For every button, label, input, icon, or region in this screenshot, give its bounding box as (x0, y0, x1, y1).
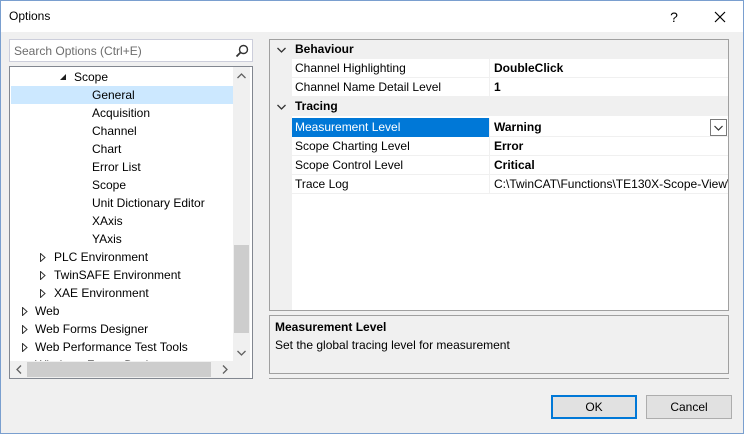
value-dropdown-button[interactable] (710, 119, 727, 136)
search-input[interactable] (10, 40, 228, 61)
tree-item-label: Channel (92, 124, 137, 138)
collapse-category-icon[interactable] (274, 40, 288, 59)
scrollbar-corner (233, 361, 250, 378)
property-name: Channel Highlighting (292, 59, 490, 78)
tree-item-label: Web Performance Test Tools (35, 340, 188, 354)
category-label: Behaviour (295, 42, 354, 56)
chevron-down-icon (714, 125, 723, 131)
collapsed-triangle-icon[interactable] (19, 302, 31, 320)
scroll-right-icon[interactable] (216, 361, 233, 378)
cancel-button[interactable]: Cancel (646, 395, 732, 419)
tree-item-general[interactable]: General (11, 86, 233, 104)
scroll-left-icon[interactable] (10, 361, 27, 378)
tree-item-chart[interactable]: Chart (11, 140, 233, 158)
window-title: Options (9, 9, 51, 23)
tree-item-label: XAE Environment (54, 286, 149, 300)
scroll-thumb[interactable] (234, 245, 249, 333)
tree-item-label: TwinSAFE Environment (54, 268, 181, 282)
tree-item-label: Scope (92, 178, 127, 192)
tree-item-scope-group[interactable]: Scope (11, 68, 233, 86)
category-label: Tracing (295, 99, 338, 113)
tree-item-label: Unit Dictionary Editor (92, 196, 205, 210)
tree-item-label: PLC Environment (54, 250, 149, 264)
description-title: Measurement Level (275, 320, 387, 334)
property-value[interactable]: 1 (490, 78, 728, 97)
tree-item-label: General (92, 88, 135, 102)
tree-item-xaxis[interactable]: XAxis (11, 212, 233, 230)
tree-item-twinsafe-environment[interactable]: TwinSAFE Environment (11, 266, 233, 284)
expanded-triangle-icon[interactable] (57, 68, 69, 86)
tree-item-unit-dictionary-editor[interactable]: Unit Dictionary Editor (11, 194, 233, 212)
property-description-panel: Measurement Level Set the global tracing… (269, 315, 729, 374)
close-icon (714, 11, 726, 22)
tree-horizontal-scrollbar[interactable] (10, 361, 233, 378)
property-name: Channel Name Detail Level (292, 78, 490, 97)
property-name: Scope Control Level (292, 156, 490, 175)
category-behaviour[interactable]: Behaviour (270, 40, 728, 59)
property-value[interactable]: Critical (490, 156, 728, 175)
tree-item-label: Acquisition (92, 106, 151, 120)
property-name: Trace Log (292, 175, 490, 194)
tree-item-web-forms-designer[interactable]: Web Forms Designer (11, 320, 233, 338)
tree-item-label: Chart (92, 142, 122, 156)
tree-item-xae-environment[interactable]: XAE Environment (11, 284, 233, 302)
property-value[interactable]: C:\TwinCAT\Functions\TE130X-Scope-View\ (490, 175, 728, 194)
collapsed-triangle-icon[interactable] (19, 320, 31, 338)
title-bar: Options ? (1, 1, 743, 32)
options-tree[interactable]: Scope General Acquisition Channel Chart … (9, 66, 253, 379)
tree-item-web[interactable]: Web (11, 302, 233, 320)
property-row-measurement-level[interactable]: Measurement Level Warning (292, 118, 728, 137)
tree-item-yaxis[interactable]: YAxis (11, 230, 233, 248)
collapsed-triangle-icon[interactable] (37, 266, 49, 284)
tree-item-plc-environment[interactable]: PLC Environment (11, 248, 233, 266)
property-row-scope-control-level[interactable]: Scope Control Level Critical (292, 156, 728, 175)
tree-item-channel[interactable]: Channel (11, 122, 233, 140)
scroll-up-icon[interactable] (233, 67, 250, 84)
tree-item-label: XAxis (92, 214, 123, 228)
divider (269, 378, 729, 379)
close-button[interactable] (697, 1, 743, 32)
tree-item-label: Web (35, 304, 60, 318)
search-icon[interactable] (234, 43, 250, 59)
description-text: Set the global tracing level for measure… (275, 338, 510, 352)
property-row-channel-highlighting[interactable]: Channel Highlighting DoubleClick (292, 59, 728, 78)
property-value[interactable]: DoubleClick (490, 59, 728, 78)
ok-button[interactable]: OK (551, 395, 637, 419)
category-tracing[interactable]: Tracing (270, 97, 728, 116)
collapse-category-icon[interactable] (274, 97, 288, 116)
tree-item-label: YAxis (92, 232, 122, 246)
tree-item-web-performance-test-tools[interactable]: Web Performance Test Tools (11, 338, 233, 356)
tree-item-error-list[interactable]: Error List (11, 158, 233, 176)
options-dialog: Options ? Scope General Acquis (0, 0, 744, 434)
property-row-channel-name-detail-level[interactable]: Channel Name Detail Level 1 (292, 78, 728, 97)
property-value[interactable]: Error (490, 137, 728, 156)
tree-item-acquisition[interactable]: Acquisition (11, 104, 233, 122)
property-grid: Behaviour Channel Highlighting DoubleCli… (269, 39, 729, 311)
tree-item-label: Web Forms Designer (35, 322, 149, 336)
property-name: Scope Charting Level (292, 137, 490, 156)
tree-item-label: Error List (92, 160, 141, 174)
property-value[interactable]: Warning (490, 118, 728, 137)
property-row-trace-log[interactable]: Trace Log C:\TwinCAT\Functions\TE130X-Sc… (292, 175, 728, 194)
property-name: Measurement Level (292, 118, 490, 137)
property-grid-margin (270, 40, 292, 310)
property-row-scope-charting-level[interactable]: Scope Charting Level Error (292, 137, 728, 156)
collapsed-triangle-icon[interactable] (37, 248, 49, 266)
collapsed-triangle-icon[interactable] (19, 338, 31, 356)
scroll-thumb[interactable] (27, 362, 211, 377)
tree-vertical-scrollbar[interactable] (233, 67, 250, 361)
tree-item-scope[interactable]: Scope (11, 176, 233, 194)
tree-item-label: Scope (74, 70, 109, 84)
collapsed-triangle-icon[interactable] (37, 284, 49, 302)
scroll-down-icon[interactable] (233, 344, 250, 361)
search-box (9, 39, 253, 62)
help-button[interactable]: ? (651, 1, 697, 32)
